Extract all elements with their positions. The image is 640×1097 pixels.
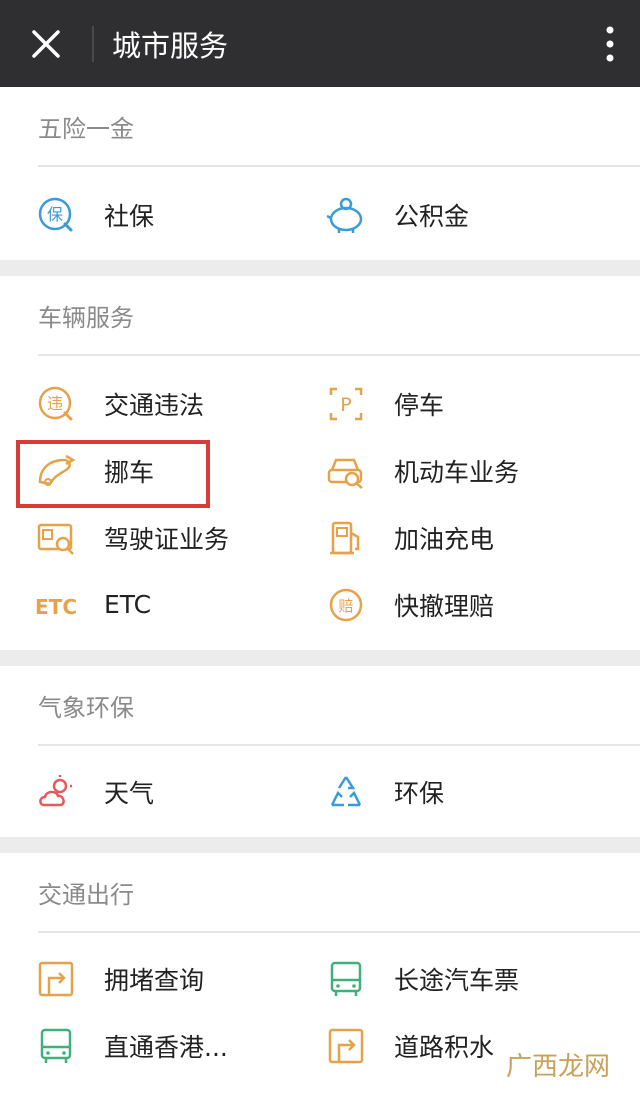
top-bar: 城市服务 bbox=[0, 0, 640, 87]
service-item-housing-fund[interactable]: 公积金 bbox=[290, 181, 640, 248]
service-label: 机动车业务 bbox=[394, 457, 520, 487]
bus-icon bbox=[326, 959, 366, 999]
fuel-icon bbox=[326, 518, 366, 558]
svg-text:违: 违 bbox=[47, 394, 63, 413]
violation-icon: 违 bbox=[36, 384, 76, 424]
service-item-weather[interactable]: 天气 bbox=[0, 758, 290, 825]
highlight-box bbox=[16, 440, 210, 508]
svg-text:ETC: ETC bbox=[36, 595, 76, 619]
service-label: 驾驶证业务 bbox=[104, 524, 230, 554]
section-weather-environment: 气象环保 天气 环保 bbox=[0, 666, 640, 837]
service-label: 公积金 bbox=[394, 201, 470, 231]
service-item-coach-ticket[interactable]: 长途汽车票 bbox=[290, 945, 640, 1012]
service-item-hk-express[interactable]: 直通香港... bbox=[0, 1012, 290, 1079]
service-label: ETC bbox=[104, 590, 152, 619]
close-button[interactable] bbox=[0, 0, 92, 87]
service-label: 拥堵查询 bbox=[104, 965, 205, 995]
insurance-icon: 保 bbox=[36, 195, 76, 235]
service-label: 社保 bbox=[104, 201, 155, 231]
page-title: 城市服务 bbox=[112, 28, 229, 63]
recycle-icon bbox=[326, 772, 366, 812]
close-icon bbox=[32, 29, 60, 58]
more-button[interactable] bbox=[598, 22, 622, 66]
service-item-traffic-violation[interactable]: 违 交通违法 bbox=[0, 370, 290, 437]
more-vertical-icon bbox=[606, 26, 614, 62]
service-label: 直通香港... bbox=[104, 1032, 228, 1062]
svg-text:赔: 赔 bbox=[338, 597, 353, 615]
service-item-license[interactable]: 驾驶证业务 bbox=[0, 504, 290, 571]
road-water-icon bbox=[326, 1026, 366, 1066]
section-title: 车辆服务 bbox=[38, 303, 134, 332]
service-label: 长途汽车票 bbox=[394, 965, 520, 995]
service-item-congestion[interactable]: 拥堵查询 bbox=[0, 945, 290, 1012]
vehicle-business-icon bbox=[326, 451, 366, 491]
section-gap bbox=[0, 837, 640, 853]
svg-text:P: P bbox=[340, 394, 351, 416]
service-item-parking[interactable]: P 停车 bbox=[290, 370, 640, 437]
service-item-environment[interactable]: 环保 bbox=[290, 758, 640, 825]
section-gap bbox=[0, 260, 640, 276]
service-item-quick-claim[interactable]: 赔 快撤理赔 bbox=[290, 571, 640, 638]
service-label: 环保 bbox=[394, 778, 445, 808]
claim-icon: 赔 bbox=[326, 585, 366, 625]
service-label: 交通违法 bbox=[104, 390, 205, 420]
hk-bus-icon bbox=[36, 1026, 76, 1066]
service-item-etc[interactable]: ETC ETC bbox=[0, 571, 290, 638]
etc-icon: ETC bbox=[36, 585, 76, 625]
section-title: 五险一金 bbox=[38, 114, 134, 143]
section-social-insurance: 五险一金 保 社保 公积金 bbox=[0, 87, 640, 260]
service-item-vehicle-business[interactable]: 机动车业务 bbox=[290, 437, 640, 504]
service-label: 快撤理赔 bbox=[394, 591, 495, 621]
svg-text:保: 保 bbox=[47, 205, 63, 224]
header-divider bbox=[92, 25, 94, 62]
parking-icon: P bbox=[326, 384, 366, 424]
watermark-text: 广西龙网 bbox=[505, 1052, 610, 1082]
weather-icon bbox=[36, 772, 76, 812]
service-item-fuel-charge[interactable]: 加油充电 bbox=[290, 504, 640, 571]
license-icon bbox=[36, 518, 76, 558]
congestion-icon bbox=[36, 959, 76, 999]
service-label: 道路积水 bbox=[394, 1032, 495, 1062]
section-title: 交通出行 bbox=[38, 880, 134, 909]
section-gap bbox=[0, 650, 640, 666]
watermark: 广西龙网 bbox=[506, 1046, 610, 1083]
service-item-social-security[interactable]: 保 社保 bbox=[0, 181, 290, 248]
section-title: 气象环保 bbox=[38, 693, 134, 722]
service-label: 停车 bbox=[394, 390, 445, 420]
service-label: 天气 bbox=[104, 778, 155, 808]
piggy-bank-icon bbox=[326, 195, 366, 235]
service-label: 加油充电 bbox=[394, 524, 495, 554]
